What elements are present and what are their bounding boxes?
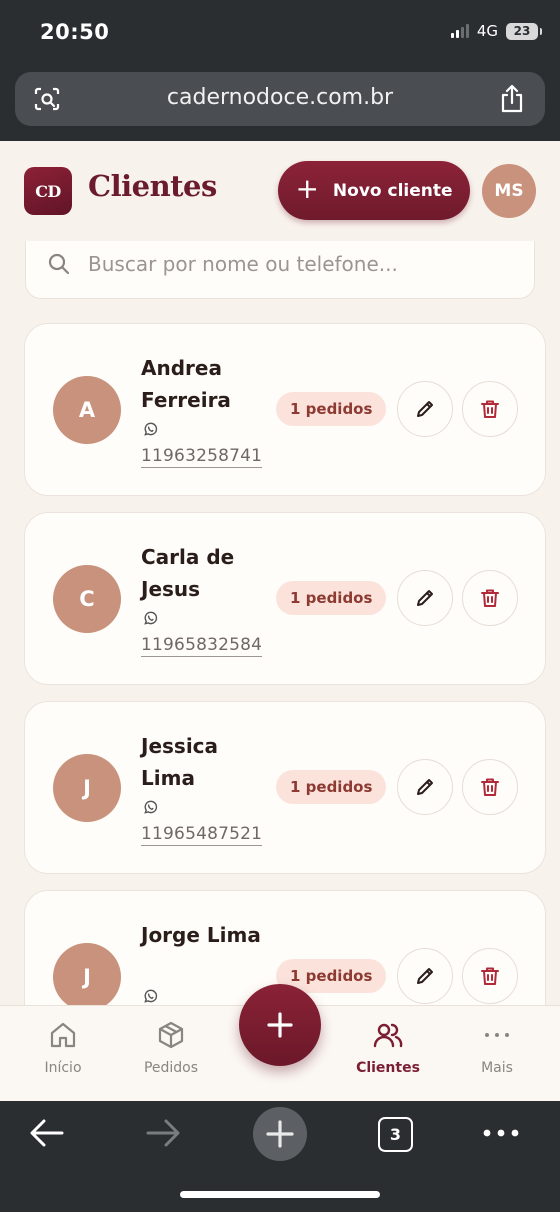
status-time: 20:50: [40, 20, 110, 44]
app-logo[interactable]: CD: [24, 167, 72, 215]
back-arrow-icon[interactable]: [28, 1115, 66, 1151]
whatsapp-icon: [144, 989, 158, 1003]
whatsapp-icon: [144, 800, 158, 814]
status-bar: 20:50 4G 23: [0, 0, 560, 64]
url-text[interactable]: cadernodoce.com.br: [15, 85, 545, 110]
plus-icon: [266, 1120, 294, 1148]
add-fab-button[interactable]: [239, 984, 321, 1066]
client-name[interactable]: Andrea Ferreira: [141, 352, 271, 416]
nav-item-pedidos[interactable]: Pedidos: [121, 1020, 221, 1076]
forward-arrow-icon[interactable]: [144, 1115, 182, 1151]
plus-icon: +: [295, 172, 319, 205]
trash-icon: [481, 400, 499, 418]
client-name[interactable]: Carla de Jesus: [141, 541, 271, 605]
more-icon: [485, 1033, 509, 1037]
share-icon[interactable]: [499, 84, 525, 114]
client-name[interactable]: Jessica Lima: [141, 730, 271, 794]
client-card[interactable]: A Andrea Ferreira 11963258741 1 pedidos: [24, 323, 546, 496]
client-list-scroll[interactable]: A Andrea Ferreira 11963258741 1 pedidos C Car…: [0, 241, 560, 1005]
home-icon: [50, 1022, 76, 1048]
edit-client-button[interactable]: [397, 570, 453, 626]
client-avatar: A: [53, 376, 121, 444]
search-input[interactable]: [88, 252, 508, 276]
new-client-button[interactable]: + Novo cliente: [278, 161, 470, 220]
client-phone-link[interactable]: 11963258741: [141, 446, 263, 468]
nav-item-inicio[interactable]: Início: [13, 1020, 113, 1076]
client-card[interactable]: J Jessica Lima 11965487521 1 pedidos: [24, 701, 546, 874]
new-client-label: Novo cliente: [332, 180, 453, 201]
search-box[interactable]: [25, 241, 535, 299]
battery-icon: 23: [506, 22, 542, 40]
user-avatar[interactable]: MS: [482, 164, 536, 218]
client-phone-link[interactable]: 11965487521: [141, 824, 263, 846]
pencil-icon: [417, 590, 433, 606]
client-card[interactable]: C Carla de Jesus 11965832584 1 pedidos: [24, 512, 546, 685]
page-title: Clientes: [88, 169, 217, 203]
home-indicator: [180, 1191, 380, 1198]
edit-client-button[interactable]: [397, 948, 453, 1004]
nav-item-mais[interactable]: Mais: [447, 1020, 547, 1076]
whatsapp-icon: [144, 611, 158, 625]
tabs-button[interactable]: 3: [378, 1117, 413, 1152]
whatsapp-icon: [144, 422, 158, 436]
signal-icon: [450, 24, 469, 38]
delete-client-button[interactable]: [462, 570, 518, 626]
client-avatar: J: [53, 943, 121, 1005]
more-options-icon[interactable]: [482, 1128, 520, 1138]
nav-item-clientes[interactable]: Clientes: [338, 1020, 438, 1076]
orders-badge: 1 pedidos: [276, 770, 387, 804]
client-phone-link[interactable]: 11965832584: [141, 635, 263, 657]
status-indicators: 4G 23: [450, 22, 542, 40]
delete-client-button[interactable]: [462, 381, 518, 437]
orders-badge: 1 pedidos: [276, 581, 387, 615]
nav-label-clientes: Clientes: [356, 1060, 420, 1076]
pencil-icon: [417, 779, 433, 795]
plus-icon: [267, 1012, 293, 1038]
app-viewport: CD Clientes + Novo cliente MS A Andrea Fe…: [0, 141, 560, 1101]
edit-client-button[interactable]: [397, 381, 453, 437]
client-avatar: J: [53, 754, 121, 822]
nav-label-mais: Mais: [481, 1060, 513, 1076]
network-label: 4G: [476, 22, 498, 40]
page-header: CD Clientes + Novo cliente MS: [0, 141, 560, 241]
users-icon: [373, 1023, 403, 1048]
client-name[interactable]: Jorge Lima: [141, 919, 271, 951]
address-bar[interactable]: cadernodoce.com.br: [15, 72, 545, 126]
pencil-icon: [417, 968, 433, 984]
delete-client-button[interactable]: [462, 759, 518, 815]
browser-toolbar: 3: [0, 1101, 560, 1212]
new-tab-button[interactable]: [253, 1107, 307, 1161]
trash-icon: [481, 778, 499, 796]
box-icon: [158, 1021, 184, 1049]
trash-icon: [481, 589, 499, 607]
nav-label-inicio: Início: [44, 1060, 82, 1076]
trash-icon: [481, 967, 499, 985]
nav-label-pedidos: Pedidos: [143, 1060, 199, 1076]
orders-badge: 1 pedidos: [276, 392, 387, 426]
edit-client-button[interactable]: [397, 759, 453, 815]
client-avatar: C: [53, 565, 121, 633]
search-icon: [48, 253, 70, 275]
delete-client-button[interactable]: [462, 948, 518, 1004]
pencil-icon: [417, 401, 433, 417]
bottom-nav: Início Pedidos Clientes Mais: [0, 984, 560, 1101]
